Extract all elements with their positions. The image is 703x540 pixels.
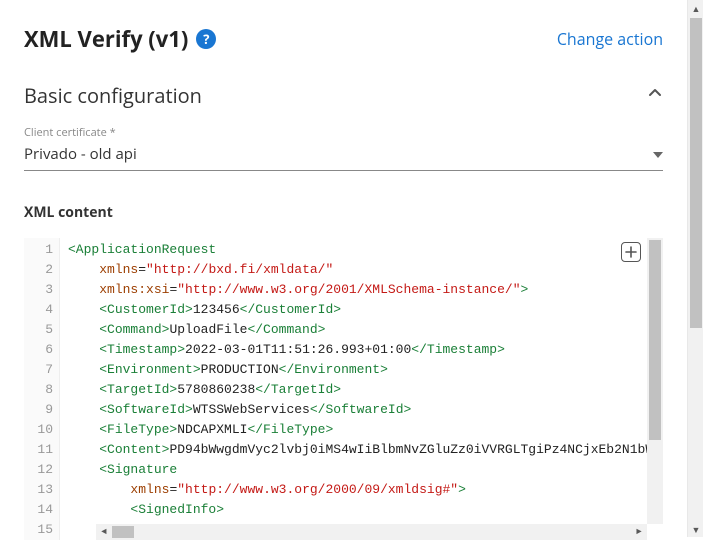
line-number: 14 bbox=[24, 500, 53, 520]
code-line[interactable]: <ApplicationRequest bbox=[68, 240, 663, 260]
code-line[interactable]: xmlns:xsi="http://www.w3.org/2001/XMLSch… bbox=[68, 280, 663, 300]
page-vertical-scrollbar[interactable]: ▲ ▼ bbox=[687, 0, 703, 537]
line-number: 15 bbox=[24, 520, 53, 540]
page-vertical-scroll-thumb[interactable] bbox=[690, 18, 702, 328]
line-number: 8 bbox=[24, 380, 53, 400]
chevron-down-icon bbox=[653, 147, 663, 161]
code-line[interactable]: <SignedInfo> bbox=[68, 500, 663, 520]
line-number: 1 bbox=[24, 240, 53, 260]
editor-vertical-scroll-thumb[interactable] bbox=[649, 240, 661, 440]
xml-editor: 123456789101112131415 <ApplicationReques… bbox=[24, 238, 663, 540]
scroll-left-icon[interactable]: ◄ bbox=[96, 524, 112, 540]
line-number: 12 bbox=[24, 460, 53, 480]
line-number: 7 bbox=[24, 360, 53, 380]
line-number: 2 bbox=[24, 260, 53, 280]
client-certificate-value: Privado - old api bbox=[24, 144, 137, 164]
line-number: 3 bbox=[24, 280, 53, 300]
line-number: 4 bbox=[24, 300, 53, 320]
line-number: 6 bbox=[24, 340, 53, 360]
code-line[interactable]: <Command>UploadFile</Command> bbox=[68, 320, 663, 340]
code-line[interactable]: <Timestamp>2022-03-01T11:51:26.993+01:00… bbox=[68, 340, 663, 360]
code-area[interactable]: <ApplicationRequest xmlns="http://bxd.fi… bbox=[60, 238, 663, 540]
code-line[interactable]: xmlns="http://www.w3.org/2000/09/xmldsig… bbox=[68, 480, 663, 500]
section-header[interactable]: Basic configuration bbox=[24, 82, 663, 109]
scroll-down-icon[interactable]: ▼ bbox=[688, 521, 703, 537]
title-wrap: XML Verify (v1) ? bbox=[24, 24, 216, 54]
code-line[interactable]: <TargetId>5780860238</TargetId> bbox=[68, 380, 663, 400]
code-line[interactable]: <FileType>NDCAPXMLI</FileType> bbox=[68, 420, 663, 440]
chevron-up-icon[interactable] bbox=[647, 85, 663, 106]
line-number: 9 bbox=[24, 400, 53, 420]
scroll-right-icon[interactable]: ► bbox=[631, 524, 647, 540]
code-line[interactable]: xmlns="http://bxd.fi/xmldata/" bbox=[68, 260, 663, 280]
client-certificate-label: Client certificate * bbox=[24, 125, 663, 140]
editor-horizontal-scroll-thumb[interactable] bbox=[112, 526, 134, 538]
expand-icon[interactable] bbox=[621, 242, 641, 262]
change-action-link[interactable]: Change action bbox=[557, 28, 663, 50]
editor-horizontal-scrollbar[interactable]: ◄ ► bbox=[96, 524, 647, 540]
code-lines[interactable]: <ApplicationRequest xmlns="http://bxd.fi… bbox=[60, 238, 663, 540]
editor-gutter: 123456789101112131415 bbox=[24, 238, 60, 540]
xml-content-label: XML content bbox=[24, 203, 663, 222]
line-number: 13 bbox=[24, 480, 53, 500]
line-number: 5 bbox=[24, 320, 53, 340]
editor-body: 123456789101112131415 <ApplicationReques… bbox=[24, 238, 663, 540]
client-certificate-select[interactable]: Privado - old api bbox=[24, 140, 663, 171]
code-line[interactable]: <Signature bbox=[68, 460, 663, 480]
code-line[interactable]: <CustomerId>123456</CustomerId> bbox=[68, 300, 663, 320]
scroll-up-icon[interactable]: ▲ bbox=[688, 0, 703, 16]
code-line[interactable]: <Content>PD94bWwgdmVyc2lvbj0iMS4wIiBlbmN… bbox=[68, 440, 663, 460]
config-panel: XML Verify (v1) ? Change action Basic co… bbox=[0, 0, 687, 537]
line-number: 11 bbox=[24, 440, 53, 460]
code-line[interactable]: <SoftwareId>WTSSWebServices</SoftwareId> bbox=[68, 400, 663, 420]
section-title: Basic configuration bbox=[24, 82, 202, 109]
editor-vertical-scrollbar[interactable] bbox=[647, 238, 663, 524]
header-row: XML Verify (v1) ? Change action bbox=[24, 24, 663, 54]
help-icon[interactable]: ? bbox=[196, 29, 216, 49]
page-title: XML Verify (v1) bbox=[24, 24, 188, 54]
code-line[interactable]: <Environment>PRODUCTION</Environment> bbox=[68, 360, 663, 380]
line-number: 10 bbox=[24, 420, 53, 440]
